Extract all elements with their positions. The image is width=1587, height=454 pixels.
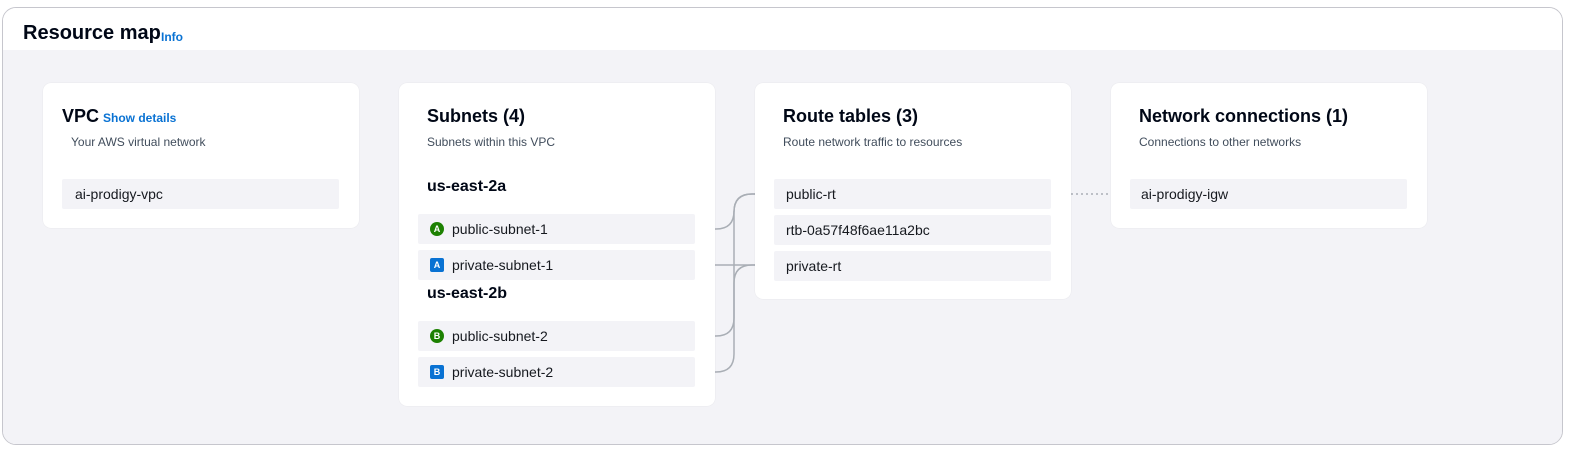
route-tables-card-title: Route tables (3) — [783, 106, 919, 126]
subnet-item-label: public-subnet-2 — [452, 328, 548, 344]
resource-map-panel: Resource map Info VPC Show details Your … — [2, 7, 1563, 445]
subnet-item-label: public-subnet-1 — [452, 221, 548, 237]
public-subnet-badge-icon: A — [430, 222, 444, 236]
network-connection-item-igw[interactable]: ai-prodigy-igw — [1130, 179, 1407, 209]
subnets-card-title: Subnets (4) — [427, 106, 526, 126]
route-tables-card: Route tables (3) Route network traffic t… — [755, 83, 1071, 299]
panel-title: Resource map — [23, 22, 161, 44]
public-subnet-badge-icon: B — [430, 329, 444, 343]
route-table-item-private-rt[interactable]: private-rt — [774, 251, 1051, 281]
network-connection-item-label: ai-prodigy-igw — [1141, 186, 1229, 202]
subnet-item-label: private-subnet-2 — [452, 364, 554, 380]
route-table-item-label: public-rt — [786, 186, 836, 202]
vpc-item-label: ai-prodigy-vpc — [75, 186, 163, 202]
vpc-item[interactable]: ai-prodigy-vpc — [62, 179, 339, 209]
subnet-item-public-subnet-1[interactable]: A public-subnet-1 — [418, 214, 695, 244]
subnet-item-private-subnet-1[interactable]: A private-subnet-1 — [418, 250, 695, 280]
route-table-item-rtb[interactable]: rtb-0a57f48f6ae11a2bc — [774, 215, 1051, 245]
private-subnet-badge-icon: B — [430, 365, 444, 379]
route-table-item-public-rt[interactable]: public-rt — [774, 179, 1051, 209]
network-connections-card: Network connections (1) Connections to o… — [1111, 83, 1427, 228]
route-table-item-label: rtb-0a57f48f6ae11a2bc — [786, 222, 930, 238]
route-table-item-label: private-rt — [786, 258, 842, 274]
network-connections-card-description: Connections to other networks — [1139, 135, 1302, 149]
info-link[interactable]: Info — [161, 30, 183, 44]
route-tables-card-description: Route network traffic to resources — [783, 135, 963, 149]
panel-header: Resource map Info — [3, 8, 1562, 50]
network-connections-card-title: Network connections (1) — [1139, 106, 1349, 126]
az-title-us-east-2b: us-east-2b — [427, 285, 508, 302]
vpc-card-description: Your AWS virtual network — [71, 135, 206, 149]
subnet-item-private-subnet-2[interactable]: B private-subnet-2 — [418, 357, 695, 387]
resource-map-canvas: VPC Show details Your AWS virtual networ… — [3, 50, 1562, 444]
vpc-show-details-link[interactable]: Show details — [103, 111, 176, 125]
vpc-card: VPC Show details Your AWS virtual networ… — [43, 83, 359, 228]
subnets-card: Subnets (4) Subnets within this VPC us-e… — [399, 83, 715, 406]
subnets-card-description: Subnets within this VPC — [427, 135, 556, 149]
subnet-item-public-subnet-2[interactable]: B public-subnet-2 — [418, 321, 695, 351]
vpc-card-title: VPC — [62, 106, 100, 126]
private-subnet-badge-icon: A — [430, 258, 444, 272]
az-title-us-east-2a: us-east-2a — [427, 178, 507, 195]
subnet-item-label: private-subnet-1 — [452, 257, 554, 273]
